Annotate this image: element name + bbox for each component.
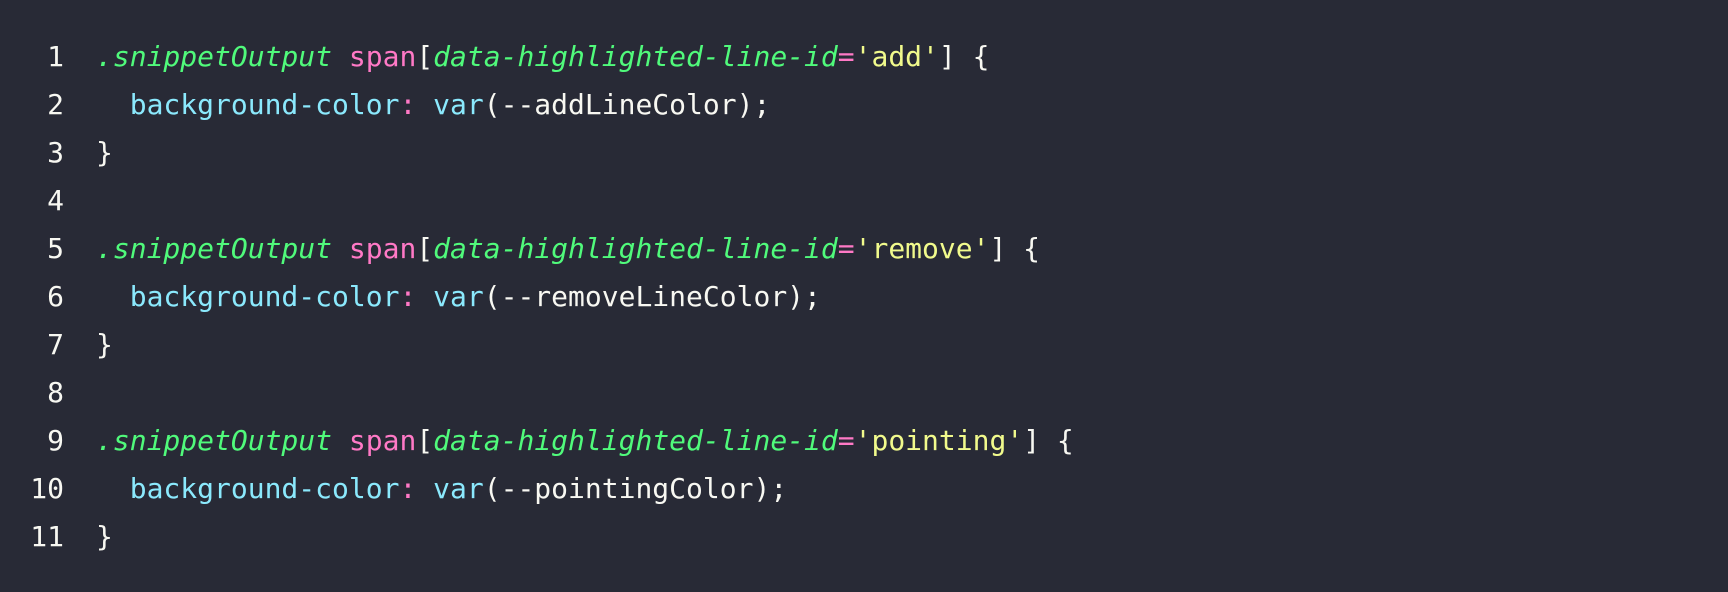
code-token-punct: [	[416, 231, 434, 265]
code-token-attr: data-highlighted-line-id	[433, 231, 838, 265]
code-token-punct	[332, 40, 349, 73]
code-block[interactable]: 1 .snippetOutput span[data-highlighted-li…	[0, 0, 1728, 592]
line-content: .snippetOutput span[data-highlighted-lin…	[96, 424, 1728, 457]
code-token-punct	[416, 472, 433, 505]
line-content: background-color: var(--addLineColor);	[96, 88, 1728, 121]
code-token-op: =	[837, 423, 855, 457]
code-token-func: var	[433, 471, 484, 505]
line-number: 11	[30, 519, 64, 553]
code-token-ident: --pointingColor	[500, 471, 754, 505]
code-token-op: :	[399, 279, 417, 313]
code-token-attr: data-highlighted-line-id	[433, 39, 838, 73]
line-content: background-color: var(--pointingColor);	[96, 472, 1728, 505]
code-token-class: .snippetOutput	[96, 39, 333, 73]
code-token-prop: background-color	[129, 87, 400, 121]
code-token-punct	[96, 88, 130, 121]
code-token-punct	[96, 280, 130, 313]
code-token-punct: (	[483, 471, 501, 505]
line-content: }	[96, 328, 1728, 361]
code-token-punct: );	[787, 279, 821, 313]
code-token-string: 'pointing'	[854, 423, 1024, 457]
line-number: 10	[30, 471, 64, 505]
code-line: 3}	[0, 128, 1728, 176]
code-token-tag: span	[348, 231, 417, 265]
code-token-punct: ] {	[989, 231, 1041, 265]
code-line: 8	[0, 368, 1728, 416]
code-token-attr: data-highlighted-line-id	[433, 423, 838, 457]
code-token-func: var	[433, 279, 484, 313]
line-number: 3	[47, 135, 64, 169]
code-line: 4	[0, 176, 1728, 224]
code-token-op: :	[399, 471, 417, 505]
code-token-op: :	[399, 87, 417, 121]
code-line: 5 .snippetOutput span[data-highlighted-li…	[0, 224, 1728, 272]
code-token-punct	[416, 280, 433, 313]
code-token-string: 'add'	[854, 39, 939, 73]
code-token-func: var	[433, 87, 484, 121]
code-token-punct: }	[96, 135, 113, 169]
code-token-punct	[332, 424, 349, 457]
code-line: 7}	[0, 320, 1728, 368]
code-token-punct: (	[483, 87, 501, 121]
code-line: 6 background-color: var(--removeLineColo…	[0, 272, 1728, 320]
line-number: 5	[47, 231, 64, 265]
line-content: background-color: var(--removeLineColor)…	[96, 280, 1728, 313]
line-content: }	[96, 136, 1728, 169]
code-token-punct	[332, 232, 349, 265]
line-number: 1	[47, 39, 64, 73]
code-token-punct: }	[96, 519, 113, 553]
code-token-op: =	[837, 39, 855, 73]
line-number: 2	[47, 87, 64, 121]
code-token-ident: --removeLineColor	[500, 279, 788, 313]
code-token-tag: span	[348, 39, 417, 73]
code-token-punct: }	[96, 327, 113, 361]
code-token-class: .snippetOutput	[96, 231, 333, 265]
code-line: 11}	[0, 512, 1728, 560]
line-content: }	[96, 520, 1728, 553]
line-number: 7	[47, 327, 64, 361]
code-token-punct: );	[736, 87, 771, 121]
code-token-string: 'remove'	[854, 231, 990, 265]
code-token-punct: [	[416, 423, 434, 457]
code-token-punct: ] {	[938, 39, 990, 73]
code-token-punct	[416, 88, 433, 121]
code-line: 10 background-color: var(--pointingColor…	[0, 464, 1728, 512]
code-token-op: =	[837, 231, 855, 265]
line-number: 4	[47, 183, 64, 217]
code-token-punct: ] {	[1023, 423, 1074, 457]
code-token-prop: background-color	[129, 471, 400, 505]
code-token-punct: (	[483, 279, 501, 313]
code-line: 9 .snippetOutput span[data-highlighted-li…	[0, 416, 1728, 464]
code-token-ident: --addLineColor	[500, 87, 737, 121]
line-number: 8	[47, 375, 64, 409]
code-line: 1 .snippetOutput span[data-highlighted-li…	[0, 32, 1728, 80]
code-token-punct	[96, 472, 130, 505]
code-token-tag: span	[348, 423, 417, 457]
line-content: .snippetOutput span[data-highlighted-lin…	[96, 40, 1728, 73]
line-number: 9	[47, 423, 64, 457]
code-token-punct: [	[416, 39, 434, 73]
line-content: .snippetOutput span[data-highlighted-lin…	[96, 232, 1728, 265]
line-number: 6	[47, 279, 64, 313]
code-token-class: .snippetOutput	[96, 423, 333, 457]
code-token-prop: background-color	[129, 279, 400, 313]
code-line: 2 background-color: var(--addLineColor);	[0, 80, 1728, 128]
code-token-punct: );	[753, 471, 788, 505]
